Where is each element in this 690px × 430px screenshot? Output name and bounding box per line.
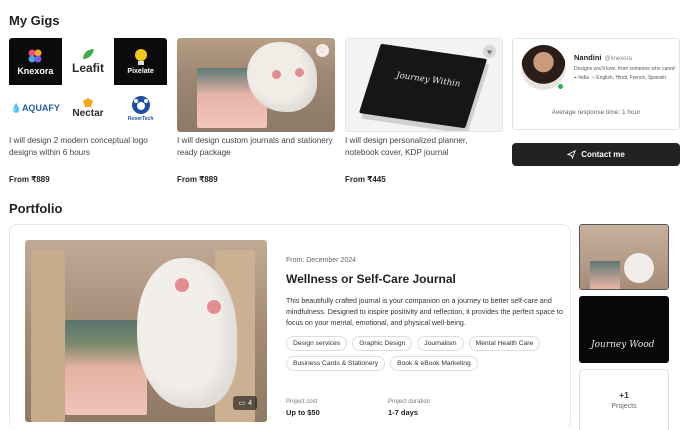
image-icon: ▭ (238, 400, 246, 407)
tag-chip[interactable]: Design services (286, 336, 348, 351)
planner-cover-image: Journey Within (346, 39, 502, 131)
gig-card-journals[interactable]: ♡ I will design custom journals and stat… (177, 38, 335, 188)
seller-name[interactable]: Nandini @knexora (574, 53, 632, 62)
tag-chip[interactable]: Business Cards & Stationery (286, 356, 386, 371)
gig-price: From ₹445 (345, 175, 386, 184)
gig-description[interactable]: I will design 2 modern conceptual logo d… (9, 135, 167, 159)
heart-icon[interactable]: ♡ (316, 44, 329, 57)
chat-icon: ○ (591, 75, 595, 81)
leafit-logo: Leafit (61, 38, 115, 85)
response-time: Average response time: 1 hour (551, 109, 641, 116)
portfolio-project-card: ▭ 4 From: December 2024 Wellness or Self… (9, 224, 571, 430)
tag-chip[interactable]: Mental Health Care (468, 336, 541, 351)
send-icon (567, 150, 577, 159)
aquafy-logo: 💧AQUAFY (9, 85, 62, 132)
my-gigs-heading: My Gigs (9, 13, 60, 28)
gig-price: From ₹889 (177, 175, 218, 184)
image-count-badge[interactable]: ▭ 4 (233, 396, 257, 410)
gig-description[interactable]: I will design custom journals and statio… (177, 135, 335, 159)
tag-chip[interactable]: Book & eBook Marketing (390, 356, 478, 371)
project-description: This beautifully crafted journal is your… (286, 297, 563, 327)
gig-price: From ₹889 (9, 175, 50, 184)
more-projects-button[interactable]: +1 Projects (579, 369, 669, 430)
nectar-logo: Nectar (61, 85, 115, 132)
heart-icon[interactable]: ♥ (483, 45, 496, 58)
seller-profile-card: Nandini @knexora Designs you'll love, fro… (512, 38, 680, 130)
project-date: From: December 2024 (286, 257, 357, 264)
seller-meta: ⌖ India ○ English, Hindi, French, Spanis… (574, 75, 667, 81)
contact-me-button[interactable]: Contact me (512, 143, 680, 166)
gig-card-logos[interactable]: Knexora Leafit Pixelate 💧AQUAFY Nectar R… (9, 38, 167, 188)
gig-thumbnail[interactable]: Knexora Leafit Pixelate 💧AQUAFY Nectar R… (9, 38, 167, 132)
project-cost: Project cost Up to $50 (286, 399, 320, 417)
location-icon: ⌖ (574, 75, 577, 81)
portfolio-main-image[interactable]: ▭ 4 (25, 240, 267, 422)
seller-tagline: Designs you'll love, from someone who ca… (574, 66, 676, 72)
rovertech-logo: RoverTech (114, 85, 167, 132)
portfolio-heading: Portfolio (9, 201, 63, 216)
tag-chip[interactable]: Journalism (417, 336, 464, 351)
seller-handle: @knexora (604, 56, 632, 62)
pixelate-logo: Pixelate (114, 38, 167, 85)
tag-chip[interactable]: Graphic Design (352, 336, 413, 351)
portfolio-thumbnail[interactable] (579, 224, 669, 290)
project-duration: Project duration 1-7 days (388, 399, 431, 417)
gig-description[interactable]: I will design personalized planner, note… (345, 135, 503, 159)
online-status-dot (557, 83, 564, 90)
project-tags: Design services Graphic Design Journalis… (286, 336, 566, 371)
gig-card-planner[interactable]: Journey Within ♥ I will design personali… (345, 38, 503, 188)
portfolio-thumbnail[interactable]: Journey Wood (579, 296, 669, 363)
journal-photo (177, 38, 335, 132)
gig-thumbnail[interactable]: ♡ (177, 38, 335, 132)
water-drop-icon: 💧 (10, 103, 22, 113)
gig-thumbnail[interactable]: Journey Within ♥ (345, 38, 503, 132)
project-title: Wellness or Self-Care Journal (286, 272, 456, 286)
knexora-logo: Knexora (9, 38, 62, 85)
